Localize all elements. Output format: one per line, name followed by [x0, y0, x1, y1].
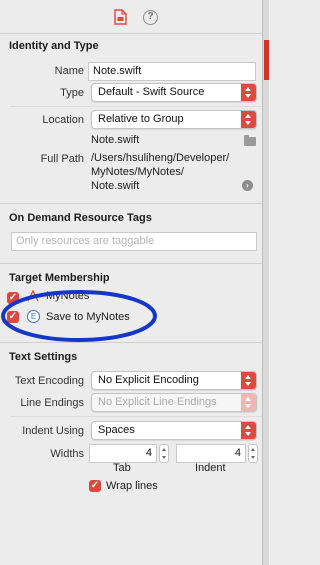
name-field[interactable]: Note.swift — [88, 62, 256, 81]
file-type-popup[interactable]: Default - Swift Source — [91, 83, 257, 102]
resource-tags-field[interactable]: Only resources are taggable — [11, 232, 257, 251]
popup-arrows-icon — [241, 111, 256, 128]
text-settings-header: Text Settings — [9, 351, 78, 363]
annotation-circle — [1, 290, 157, 342]
tab-width-field[interactable]: 4 — [89, 444, 157, 463]
line-endings-value: No Explicit Line Endings — [98, 396, 217, 408]
tab-caption: Tab — [113, 462, 131, 474]
line-endings-popup[interactable]: No Explicit Line Endings — [91, 393, 257, 412]
indent-using-value: Spaces — [98, 424, 135, 436]
choose-location-folder-icon[interactable] — [244, 135, 256, 146]
section-divider — [0, 263, 262, 264]
inspector-tab-bar — [0, 0, 262, 34]
location-popup[interactable]: Relative to Group — [91, 110, 257, 129]
full-path-line-3: Note.swift — [91, 180, 140, 192]
indent-using-label: Indent Using — [22, 425, 84, 437]
full-path-line-1: /Users/hsuliheng/Developer/ — [91, 152, 230, 164]
section-divider — [0, 342, 262, 343]
location-file-name: Note.swift — [91, 134, 140, 146]
indent-width-stepper[interactable] — [248, 444, 258, 463]
name-label: Name — [54, 65, 84, 77]
adjacent-pane-edge — [262, 0, 269, 565]
full-path-label: Full Path — [40, 153, 84, 165]
indent-width-field[interactable]: 4 — [176, 444, 246, 463]
target-membership-header: Target Membership — [9, 272, 110, 284]
adjacent-pane-accent — [264, 40, 269, 80]
line-endings-label: Line Endings — [20, 397, 84, 409]
popup-arrows-icon — [241, 422, 256, 439]
quick-help-icon[interactable]: ? — [143, 10, 158, 25]
widths-label: Widths — [50, 448, 84, 460]
on-demand-resource-tags-header: On Demand Resource Tags — [9, 212, 152, 224]
identity-inner-divider — [10, 106, 262, 107]
text-encoding-value: No Explicit Encoding — [98, 374, 199, 386]
popup-arrows-icon — [241, 84, 256, 101]
section-divider — [0, 203, 262, 204]
indent-using-popup[interactable]: Spaces — [91, 421, 257, 440]
wrap-lines-label: Wrap lines — [106, 480, 158, 492]
file-inspector-icon[interactable] — [114, 9, 127, 25]
file-type-value: Default - Swift Source — [98, 86, 205, 98]
tab-width-stepper[interactable] — [159, 444, 169, 463]
identity-and-type-header: Identity and Type — [9, 40, 99, 52]
wrap-lines-checkbox[interactable]: ✓ — [89, 480, 101, 492]
text-settings-inner-divider — [10, 416, 262, 417]
popup-arrows-icon — [241, 372, 256, 389]
type-label: Type — [60, 87, 84, 99]
indent-caption: Indent — [195, 462, 226, 474]
popup-arrows-icon — [241, 394, 256, 411]
text-encoding-label: Text Encoding — [14, 375, 84, 387]
location-label: Location — [42, 114, 84, 126]
reveal-in-finder-icon[interactable]: › — [242, 180, 253, 191]
full-path-line-2: MyNotes/MyNotes/ — [91, 166, 184, 178]
text-encoding-popup[interactable]: No Explicit Encoding — [91, 371, 257, 390]
location-value: Relative to Group — [98, 113, 184, 125]
